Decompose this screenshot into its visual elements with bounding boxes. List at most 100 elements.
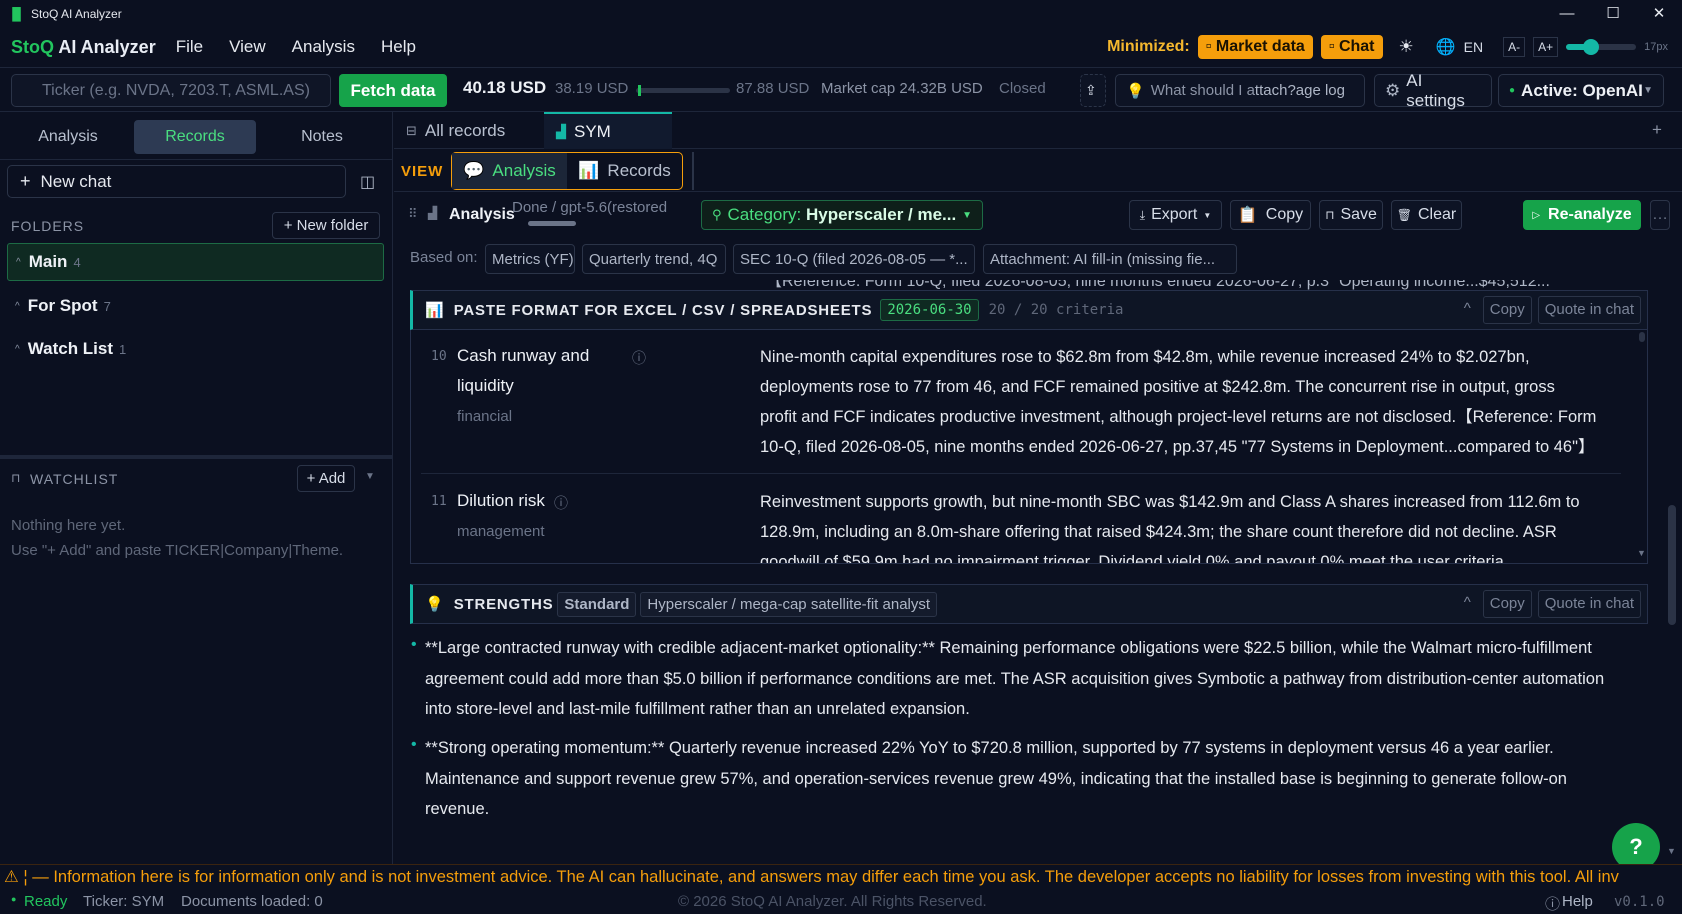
chevron-up-icon: ^	[15, 300, 20, 312]
category-select[interactable]: ⚲ Category: Hyperscaler / me... ▼	[701, 200, 983, 230]
range-low: 38.19 USD	[555, 80, 629, 97]
watchlist-chevron-icon[interactable]: ▼	[365, 471, 375, 482]
new-folder-button[interactable]: + New folder	[272, 212, 380, 239]
menu-file[interactable]: File	[176, 37, 203, 57]
view-records-button[interactable]: 📊 Records	[567, 153, 682, 189]
upload-button[interactable]: ⇪	[1080, 74, 1106, 107]
toggle-panel-icon[interactable]: ◫	[360, 172, 375, 192]
criterion-name: Cash runway and	[457, 346, 590, 365]
font-increase-button[interactable]: A+	[1533, 37, 1559, 57]
market-data-button[interactable]: ▫ Market data	[1197, 35, 1313, 59]
section-copy-button[interactable]: Copy	[1482, 590, 1532, 618]
clear-button[interactable]: 🗑 Clear	[1391, 200, 1462, 230]
source-chip-sec[interactable]: SEC 10-Q (filed 2026-08-05 — *...	[733, 244, 975, 274]
section-quote-button[interactable]: Quote in chat	[1537, 296, 1641, 324]
bookmark-icon: ⊓	[1325, 208, 1335, 222]
minimize-icon[interactable]: —	[1544, 0, 1590, 27]
ready-dot-icon: ●	[11, 894, 17, 904]
status-ready: Ready	[24, 893, 68, 910]
status-scrollbar[interactable]	[528, 221, 576, 226]
scroll-down-icon[interactable]: ▼	[1637, 548, 1646, 558]
standard-tag: Standard	[557, 591, 637, 617]
new-tab-plus-icon[interactable]: +	[1652, 120, 1662, 140]
records-icon: 📊	[578, 161, 600, 180]
tab-sym[interactable]: ▟ SYM	[544, 112, 672, 149]
ai-settings-button[interactable]: ⚙ AI settings	[1374, 71, 1492, 110]
folder-watch-list[interactable]: ^ Watch List 1	[7, 330, 384, 368]
tab-all-records[interactable]: ⊟ All records	[394, 112, 544, 149]
chevron-down-icon: ▼	[962, 209, 972, 221]
title-bar: ▐▌ StoQ AI Analyzer — ☐ ✕	[0, 0, 1682, 27]
copyright: © 2026 StoQ AI Analyzer. All Rights Rese…	[678, 893, 987, 910]
lightbulb-icon: 💡	[1126, 82, 1145, 100]
more-options-button[interactable]: …	[1650, 200, 1670, 230]
active-provider-select[interactable]: ● Active: OpenAI ▼	[1498, 74, 1664, 107]
collapse-icon[interactable]: ^	[1458, 590, 1477, 618]
sidebar-divider[interactable]	[0, 455, 393, 459]
ticker-toolbar: ⌕ Fetch data 40.18 USD 38.19 USD 87.88 U…	[0, 67, 1682, 112]
info-icon[interactable]: ⓘ	[554, 493, 568, 513]
section-copy-button[interactable]: Copy	[1482, 296, 1532, 324]
table-scrollbar[interactable]	[1639, 332, 1645, 342]
criterion-name: Dilution risk	[457, 491, 545, 510]
export-button[interactable]: ⤓ Export ▼	[1129, 200, 1222, 230]
criterion-category: management	[457, 523, 545, 540]
source-chip-metrics[interactable]: Metrics (YF)	[485, 244, 575, 274]
maximize-icon[interactable]: ☐	[1590, 0, 1636, 27]
folder-main[interactable]: ^ Main 4	[7, 243, 384, 281]
analysis-label: Analysis	[449, 206, 515, 223]
analysis-chart-icon: ▟	[428, 206, 438, 220]
view-switcher-row: VIEW 💬 Analysis 📊 Records	[394, 149, 1682, 192]
tab-analysis[interactable]: Analysis	[10, 120, 126, 154]
menu-help[interactable]: Help	[381, 37, 416, 57]
based-on-row: Based on: Metrics (YF) Quarterly trend, …	[394, 238, 1682, 280]
tab-notes[interactable]: Notes	[264, 120, 380, 154]
record-tabs: ⊟ All records ▟ SYM +	[394, 112, 1682, 149]
gear-icon: ⚙	[1385, 80, 1401, 100]
menu-view[interactable]: View	[229, 37, 266, 57]
content-scrollbar[interactable]	[1668, 505, 1676, 625]
ask-button[interactable]: 💡 What should I a ttach?age log	[1115, 74, 1365, 107]
help-link[interactable]: Help	[1562, 893, 1593, 910]
status-ticker: Ticker: SYM	[83, 893, 165, 910]
info-icon[interactable]: ⓘ	[632, 348, 646, 368]
font-size-slider[interactable]	[1566, 39, 1637, 55]
criterion-number: 11	[431, 494, 447, 509]
ticker-input[interactable]	[11, 74, 331, 107]
menu-analysis[interactable]: Analysis	[292, 37, 355, 57]
source-chip-attachment[interactable]: Attachment: AI fill-in (missing fie...	[983, 244, 1237, 274]
copy-button[interactable]: 📋 Copy	[1230, 200, 1311, 230]
main-panel: ⊟ All records ▟ SYM + VIEW 💬 Analysis 📊 Re…	[394, 112, 1682, 864]
new-chat-button[interactable]: + New chat	[7, 165, 346, 198]
view-analysis-button[interactable]: 💬 Analysis	[452, 153, 567, 189]
drag-handle-icon[interactable]: ⠿	[408, 206, 418, 222]
view-divider	[692, 152, 694, 190]
close-icon[interactable]: ✕	[1636, 0, 1682, 27]
content-scroll-down-icon[interactable]: ▼	[1667, 846, 1676, 856]
fetch-data-button[interactable]: Fetch data	[339, 74, 447, 107]
tab-records[interactable]: Records	[134, 120, 256, 154]
app-logo-icon: ▐▌	[8, 6, 26, 21]
globe-icon[interactable]: 🌐	[1436, 37, 1456, 57]
section-header-strengths: 💡 STRENGTHS Standard Hyperscaler / mega-…	[410, 584, 1648, 624]
watchlist-empty-hint: Use "+ Add" and paste TICKER|Company|The…	[11, 542, 344, 559]
font-decrease-button[interactable]: A-	[1503, 37, 1526, 57]
watchlist-bookmark-icon: ⊓	[11, 471, 21, 485]
reanalyze-button[interactable]: ▷ Re-analyze	[1523, 200, 1641, 230]
save-button[interactable]: ⊓ Save	[1319, 200, 1383, 230]
analysis-content: 【Reference: Form 10-Q, filed 2026-08-05,…	[394, 280, 1682, 864]
folder-for-spot[interactable]: ^ For Spot 7	[7, 287, 384, 325]
watchlist-add-button[interactable]: + Add	[297, 465, 355, 492]
persona-tag: Hyperscaler / mega-cap satellite-fit ana…	[640, 591, 938, 617]
list-item: **Large contracted runway with credible …	[425, 639, 1605, 718]
theme-sun-icon[interactable]: ☀	[1399, 37, 1414, 57]
watchlist-heading: WATCHLIST	[30, 471, 119, 487]
section-quote-button[interactable]: Quote in chat	[1537, 590, 1641, 618]
chat-button[interactable]: ▫ Chat	[1320, 35, 1383, 59]
plus-icon: +	[20, 171, 31, 191]
source-chip-quarterly[interactable]: Quarterly trend, 4Q	[582, 244, 726, 274]
chat-bubble-icon: 💬	[463, 161, 485, 180]
language-select[interactable]: EN	[1464, 39, 1483, 55]
collapse-icon[interactable]: ^	[1458, 296, 1477, 324]
font-size-value: 17px	[1644, 41, 1668, 53]
